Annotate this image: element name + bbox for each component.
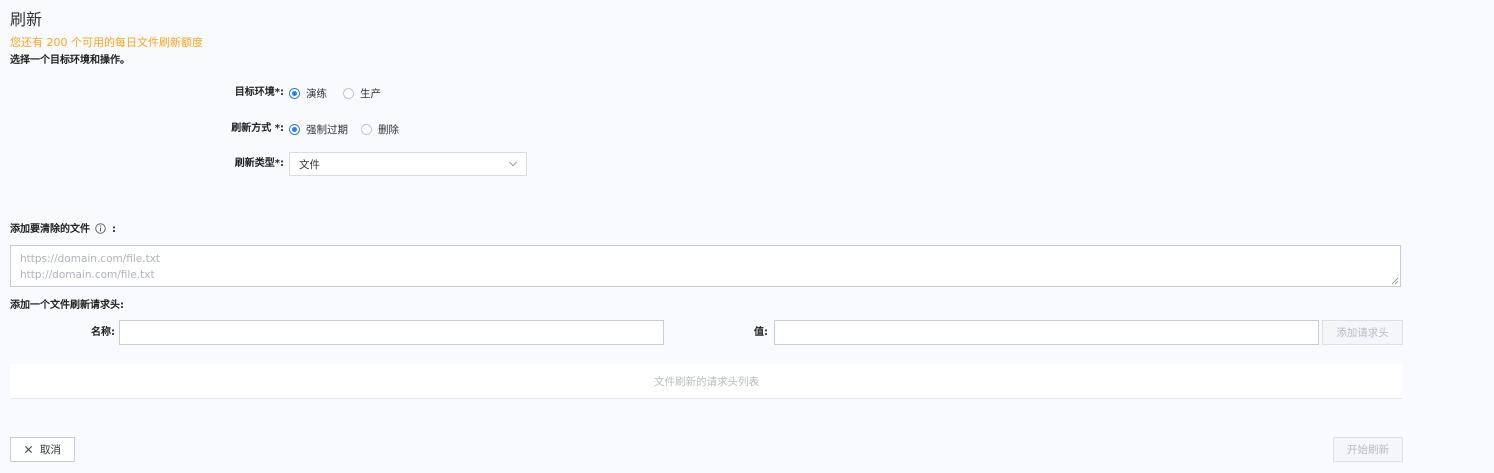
header-list-empty: 文件刷新的请求头列表 xyxy=(10,364,1403,399)
radio-method-delete[interactable]: 删除 xyxy=(361,122,399,137)
quota-notice: 您还有 200 个可用的每日文件刷新额度 xyxy=(10,36,203,49)
radio-label: 演练 xyxy=(306,87,327,100)
cancel-button[interactable]: 取消 xyxy=(10,437,75,462)
cancel-label: 取消 xyxy=(40,444,61,456)
method-label: 刷新方式 *: xyxy=(231,123,284,134)
radio-checked-icon[interactable] xyxy=(289,87,300,99)
header-name-input[interactable] xyxy=(119,320,664,345)
intro-text: 选择一个目标环境和操作。 xyxy=(10,55,130,66)
radio-unchecked-icon[interactable] xyxy=(343,87,354,99)
header-value-input[interactable] xyxy=(774,320,1319,345)
radio-label: 生产 xyxy=(360,87,381,100)
radio-method-invalidate[interactable]: 强制过期 xyxy=(289,122,348,137)
files-label-suffix: : xyxy=(111,224,116,235)
page-title: 刷新 xyxy=(10,10,43,29)
headers-label: 添加一个文件刷新请求头: xyxy=(10,300,124,311)
header-value-label: 值: xyxy=(754,327,768,338)
radio-label: 删除 xyxy=(378,123,399,136)
type-label: 刷新类型*: xyxy=(234,158,284,169)
files-textarea[interactable]: https://domain.com/file.txt http://domai… xyxy=(10,245,1401,287)
placeholder-line: http://domain.com/file.txt xyxy=(20,269,155,281)
select-value: 文件 xyxy=(299,158,320,171)
start-refresh-button[interactable]: 开始刷新 xyxy=(1333,437,1403,462)
resize-handle-icon[interactable] xyxy=(1391,277,1399,285)
info-icon[interactable] xyxy=(95,223,107,234)
close-icon xyxy=(24,445,33,454)
radio-environment-staging[interactable]: 演练 xyxy=(289,86,327,101)
files-label: 添加要清除的文件 xyxy=(10,224,90,235)
add-header-button[interactable]: 添加请求头 xyxy=(1322,320,1403,345)
placeholder-line: https://domain.com/file.txt xyxy=(20,253,161,265)
environment-label: 目标环境*: xyxy=(234,87,284,98)
environment-radio-group: 演练 生产 xyxy=(289,86,381,100)
header-name-label: 名称: xyxy=(91,327,115,338)
radio-checked-icon[interactable] xyxy=(289,123,300,135)
method-radio-group: 强制过期 删除 xyxy=(289,122,399,136)
radio-unchecked-icon[interactable] xyxy=(361,123,372,135)
refresh-type-select[interactable]: 文件 xyxy=(289,152,527,176)
radio-label: 强制过期 xyxy=(306,123,348,136)
radio-environment-production[interactable]: 生产 xyxy=(343,86,381,101)
chevron-down-icon xyxy=(509,161,517,167)
files-label-row: 添加要清除的文件 : xyxy=(10,223,116,237)
